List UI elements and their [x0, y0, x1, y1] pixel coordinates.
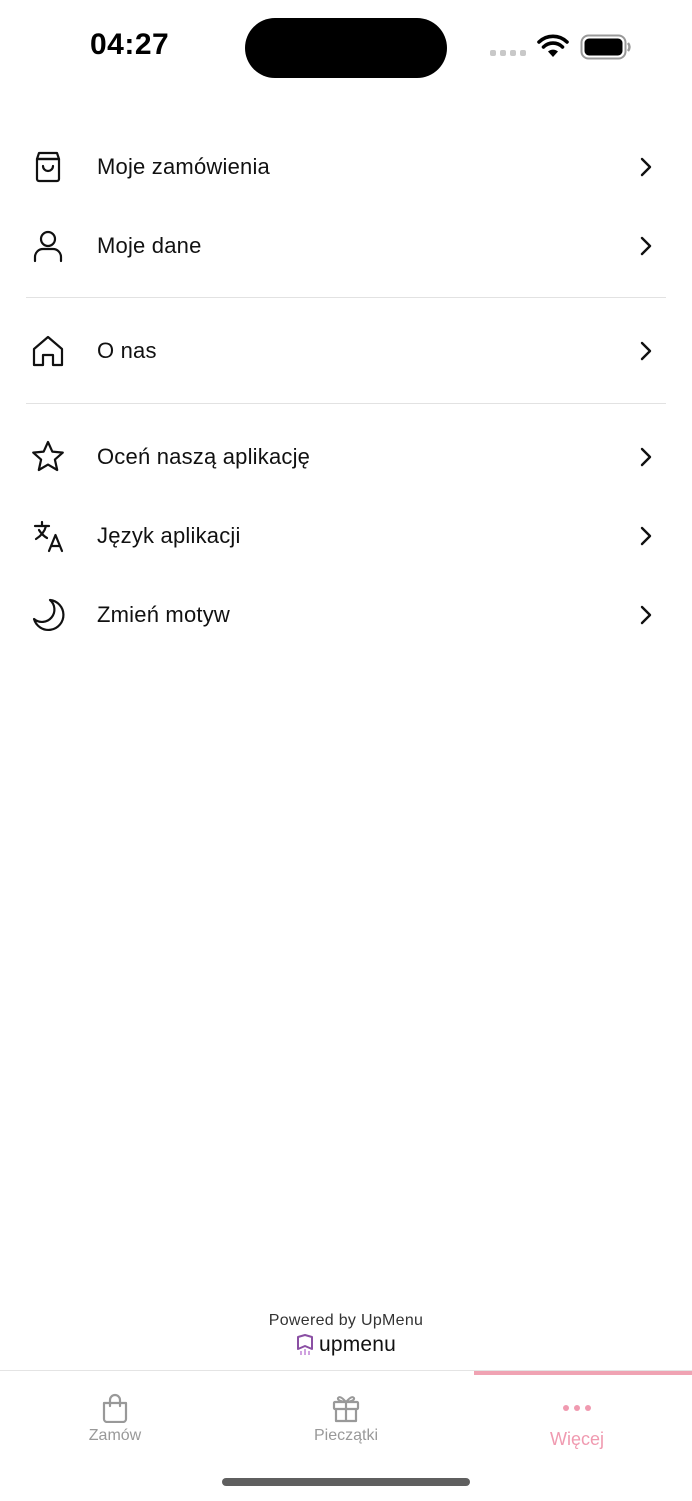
brand-name: upmenu	[318, 1333, 397, 1356]
tab-label: Zamów	[88, 1427, 142, 1444]
star-icon	[32, 440, 64, 471]
shopping-bag-icon	[35, 151, 61, 182]
menu-group-account: Moje zamówienia Moje dane	[0, 127, 692, 285]
tab-stamps[interactable]: Pieczątki	[231, 1371, 461, 1471]
menu-item-label: O nas	[97, 337, 157, 363]
cellular-signal-icon	[490, 50, 526, 56]
chevron-right-icon	[640, 605, 652, 624]
menu-item-my-data[interactable]: Moje dane	[0, 206, 692, 285]
divider	[26, 403, 666, 404]
brand-logo[interactable]: upmenu	[0, 1333, 692, 1357]
menu-group-settings: Oceń naszą aplikację Język aplikacji Zmi…	[0, 417, 692, 654]
menu-item-label: Moje zamówienia	[97, 153, 270, 179]
dynamic-island	[245, 18, 447, 78]
menu-item-label: Oceń naszą aplikację	[97, 443, 311, 469]
upmenu-logo-icon	[296, 1334, 313, 1355]
status-bar: 04:27	[0, 0, 692, 92]
menu-item-change-theme[interactable]: Zmień motyw	[0, 575, 692, 654]
menu-item-app-language[interactable]: Język aplikacji	[0, 496, 692, 575]
home-indicator[interactable]	[222, 1478, 470, 1486]
battery-icon	[580, 34, 631, 60]
gift-icon	[332, 1396, 360, 1423]
home-icon	[32, 335, 64, 366]
moon-icon	[32, 598, 65, 631]
menu-item-rate-app[interactable]: Oceń naszą aplikację	[0, 417, 692, 496]
chevron-right-icon	[640, 341, 652, 360]
more-dots-icon	[563, 1405, 591, 1411]
wifi-icon	[537, 34, 569, 57]
menu-item-label: Język aplikacji	[97, 522, 241, 548]
translate-icon	[33, 520, 64, 552]
chevron-right-icon	[640, 236, 652, 255]
menu-item-about-us[interactable]: O nas	[0, 311, 692, 390]
menu-item-label: Moje dane	[97, 232, 202, 258]
powered-by-text: Powered by UpMenu	[268, 1312, 424, 1329]
menu-item-label: Zmień motyw	[97, 601, 230, 627]
status-time: 04:27	[90, 28, 170, 61]
menu-group-about: O nas	[0, 311, 692, 390]
shopping-bag-icon	[102, 1393, 128, 1423]
tab-label: Pieczątki	[313, 1427, 379, 1444]
menu-item-my-orders[interactable]: Moje zamówienia	[0, 127, 692, 206]
tab-order[interactable]: Zamów	[0, 1371, 230, 1471]
tab-more[interactable]: Więcej	[462, 1371, 692, 1471]
chevron-right-icon	[640, 447, 652, 466]
chevron-right-icon	[640, 526, 652, 545]
tab-label: Więcej	[549, 1429, 604, 1449]
divider	[26, 297, 666, 298]
user-icon	[33, 230, 63, 262]
chevron-right-icon	[640, 157, 652, 176]
